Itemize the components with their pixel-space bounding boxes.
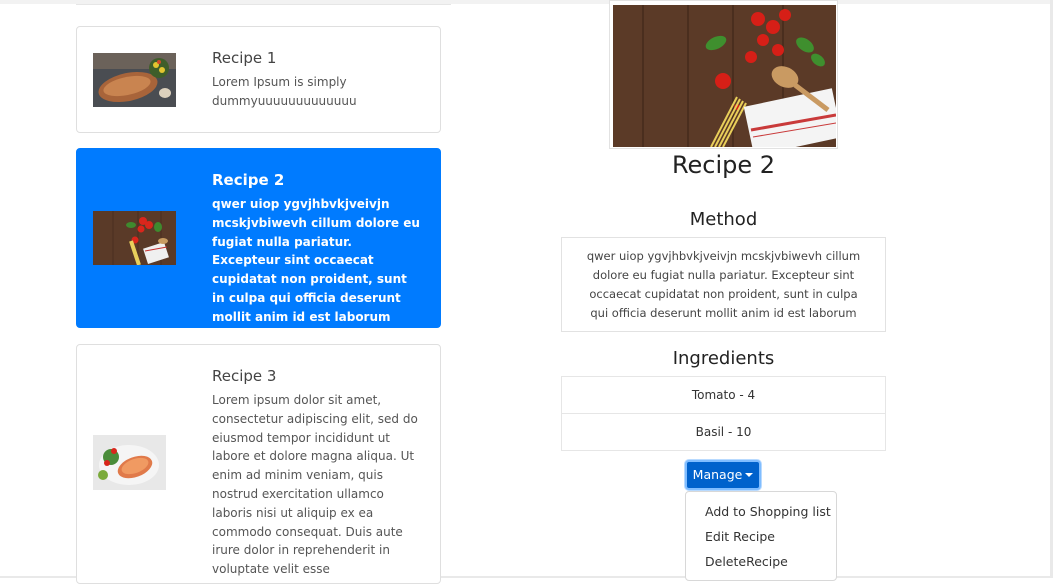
menu-item-edit-recipe[interactable]: Edit Recipe — [705, 529, 775, 544]
recipe-card-title: Recipe 1 — [212, 49, 277, 67]
recipe-card-title: Recipe 3 — [212, 367, 277, 385]
recipe-card-2[interactable]: Recipe 2 qwer uiop ygvjhbvkjveivjn mcskj… — [76, 148, 441, 328]
recipe-hero-image — [609, 0, 843, 156]
recipe-hero-picture — [613, 5, 843, 156]
recipe-1-thumbnail — [93, 53, 176, 107]
recipe-card-description: qwer uiop ygvjhbvkjveivjn mcskjvbiwevh c… — [212, 197, 420, 324]
method-box: qwer uiop ygvjhbvkjveivjn mcskjvbiwevh c… — [561, 237, 886, 332]
ingredient-item[interactable]: Tomato - 4 — [561, 376, 886, 414]
method-heading: Method — [689, 209, 758, 230]
recipe-detail-title: Recipe 2 — [671, 151, 776, 179]
method-text: qwer uiop ygvjhbvkjveivjn mcskjvbiwevh c… — [586, 249, 861, 320]
menu-item-delete-recipe[interactable]: DeleteRecipe — [705, 554, 788, 569]
menu-item-add-to-shopping-list[interactable]: Add to Shopping list — [705, 504, 831, 519]
recipe-3-thumbnail — [93, 435, 166, 490]
recipe-2-thumbnail — [93, 211, 176, 265]
caret-down-icon — [745, 473, 754, 477]
manage-button-label: Manage — [692, 467, 743, 482]
recipe-card-1[interactable]: Recipe 1 Lorem Ipsum is simply dummyuuuu… — [76, 26, 441, 133]
list-top-divider — [76, 4, 451, 5]
recipe-card-title: Recipe 2 — [212, 171, 285, 189]
ingredients-heading: Ingredients — [672, 348, 775, 369]
manage-dropdown-button[interactable]: Manage — [685, 460, 761, 490]
ingredient-item[interactable]: Basil - 10 — [561, 414, 886, 451]
recipe-card-description: Lorem Ipsum is simply dummyuuuuuuuuuuuuu — [212, 75, 357, 108]
recipe-card-description: Lorem ipsum dolor sit amet, consectetur … — [212, 393, 418, 577]
manage-dropdown-menu: Add to Shopping list Edit Recipe DeleteR… — [685, 491, 837, 581]
recipe-card-3[interactable]: Recipe 3 Lorem ipsum dolor sit amet, con… — [76, 344, 441, 584]
